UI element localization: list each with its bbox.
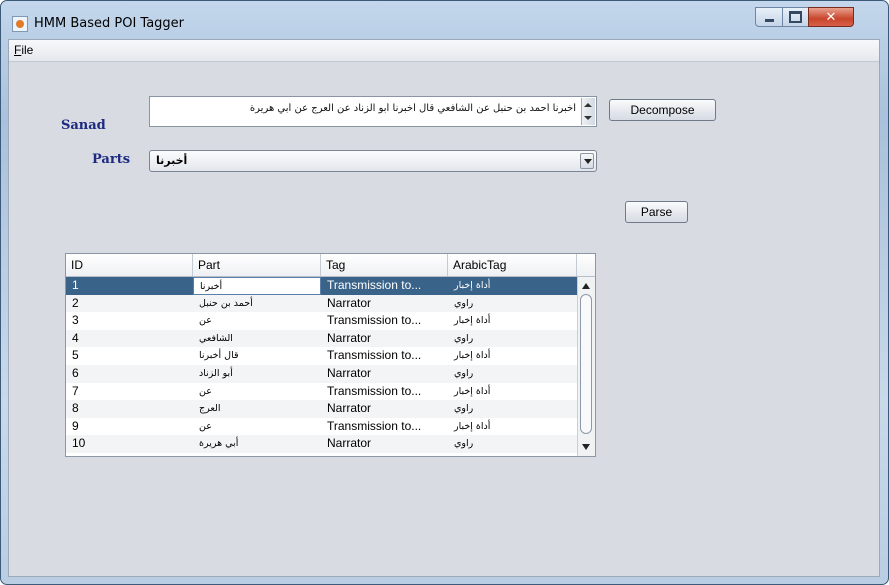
java-app-icon [12, 16, 28, 32]
cell-part: عن [199, 420, 212, 432]
cell-arabictag: أداة إخبار [454, 420, 491, 432]
main-panel: File Sanad أخبرنا أحمد بن حنبل عن الشافع… [8, 39, 880, 577]
cell-tag: Transmission to... [327, 348, 422, 363]
scroll-down-icon[interactable] [582, 444, 590, 450]
cell-arabictag: راوي [454, 297, 474, 309]
cell-part: أحمد بن حنبل [199, 297, 253, 309]
cell-tag: Narrator [327, 401, 372, 416]
col-part-header[interactable]: Part [193, 254, 321, 276]
menu-bar: File [9, 40, 879, 62]
minimize-button[interactable] [755, 7, 783, 27]
close-icon: ✕ [825, 9, 837, 25]
table-row[interactable]: 2 أحمد بن حنبل Narrator راوي [66, 294, 577, 313]
parts-selected: أخبرنا [156, 154, 188, 167]
sanad-input[interactable]: أخبرنا أحمد بن حنبل عن الشافعي قال أخبرن… [149, 96, 597, 127]
cell-arabictag: راوي [454, 438, 474, 450]
cell-tag: Transmission to... [327, 383, 422, 398]
title-bar[interactable]: HMM Based POI Tagger ✕ [1, 1, 888, 39]
table-row[interactable]: 5 قال أخبرنا Transmission to... أداة إخبار [66, 347, 577, 365]
cell-id: 4 [72, 330, 79, 345]
table-row[interactable]: 1 أخبرنا Transmission to... أداة إخبار [66, 277, 577, 295]
table-row[interactable]: 9 عن Transmission to... أداة إخبار [66, 418, 577, 436]
cell-arabictag: راوي [454, 367, 474, 379]
cell-id: 2 [72, 295, 79, 310]
scroll-thumb[interactable] [580, 294, 592, 434]
results-table[interactable]: ID Part Tag ArabicTag 1 أخبرنا Transmissio… [65, 253, 596, 457]
cell-id: 8 [72, 401, 79, 416]
cell-id: 3 [72, 313, 79, 328]
app-window: HMM Based POI Tagger ✕ File Sanad أخبرنا… [0, 0, 889, 585]
cell-arabictag: أداة إخبار [454, 385, 491, 397]
table-row[interactable]: 8 العرج Narrator راوي [66, 400, 577, 418]
col-id-header[interactable]: ID [66, 254, 193, 276]
table-row[interactable]: 10 أبي هريرة Narrator راوي [66, 435, 577, 453]
cell-id: 6 [72, 365, 79, 380]
maximize-button[interactable] [782, 7, 809, 27]
menu-file[interactable]: File [14, 43, 33, 57]
cell-id: 9 [72, 418, 79, 433]
minimize-icon [764, 18, 774, 22]
close-button[interactable]: ✕ [808, 7, 854, 27]
cell-tag: Narrator [327, 436, 372, 451]
cell-arabictag: راوي [454, 332, 474, 344]
cell-tag: Narrator [327, 365, 372, 380]
cell-tag: Narrator [327, 295, 372, 310]
cell-part: أبو الزناد [199, 367, 233, 379]
scroll-up-icon[interactable] [582, 283, 590, 289]
decompose-button[interactable]: Decompose [609, 99, 716, 121]
table-body: 1 أخبرنا Transmission to... أداة إخبار 2 أحمد… [66, 277, 577, 453]
cell-part: أبي هريرة [199, 438, 239, 450]
table-header: ID Part Tag ArabicTag [66, 254, 595, 277]
sanad-label: Sanad [61, 118, 106, 133]
cell-arabictag: راوي [454, 403, 474, 415]
table-vscrollbar[interactable] [577, 277, 595, 456]
parts-combo[interactable]: أخبرنا [149, 150, 597, 172]
table-row[interactable]: 6 أبو الزناد Narrator راوي [66, 364, 577, 383]
cell-id: 5 [72, 348, 79, 363]
cell-tag: Narrator [327, 330, 372, 345]
cell-arabictag: أداة إخبار [454, 350, 491, 362]
spinner-up-icon[interactable] [584, 103, 592, 107]
maximize-icon [789, 11, 802, 23]
cell-tag: Transmission to... [327, 313, 422, 328]
chevron-down-icon[interactable] [580, 153, 594, 169]
cell-id: 10 [72, 436, 86, 451]
spinner-down-icon[interactable] [584, 116, 592, 120]
window-title: HMM Based POI Tagger [34, 16, 185, 31]
cell-tag: Transmission to... [327, 278, 422, 292]
cell-id: 1 [72, 278, 79, 292]
sanad-scroll-spinner[interactable] [581, 98, 595, 125]
col-tag-header[interactable]: Tag [321, 254, 448, 276]
cell-part: أخبرنا [193, 277, 321, 295]
parts-label: Parts [92, 152, 131, 167]
cell-arabictag: أداة إخبار [454, 280, 491, 291]
table-row[interactable]: 4 الشافعي Narrator راوي [66, 329, 577, 348]
sanad-text: أخبرنا أحمد بن حنبل عن الشافعي قال أخبرن… [249, 103, 576, 114]
cell-part: العرج [199, 403, 221, 415]
table-row[interactable]: 3 عن Transmission to... أداة إخبار [66, 312, 577, 330]
col-arabictag-header[interactable]: ArabicTag [448, 254, 577, 276]
cell-part: الشافعي [199, 332, 233, 344]
cell-part: عن [199, 315, 212, 327]
cell-part: عن [199, 385, 212, 397]
parse-button[interactable]: Parse [625, 201, 688, 223]
table-row[interactable]: 7 عن Transmission to... أداة إخبار [66, 383, 577, 401]
cell-tag: Transmission to... [327, 418, 422, 433]
cell-part: قال أخبرنا [199, 350, 239, 362]
cell-id: 7 [72, 383, 79, 398]
cell-arabictag: أداة إخبار [454, 315, 491, 327]
